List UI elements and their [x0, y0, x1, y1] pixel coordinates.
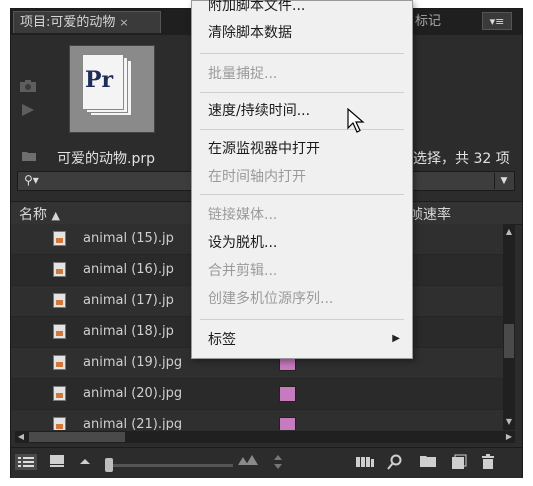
mouse-cursor-icon: [347, 108, 365, 133]
scroll-right-icon[interactable]: ▶: [503, 431, 515, 443]
folder-icon: [21, 150, 37, 166]
file-name: animal (21).jpg: [83, 417, 183, 430]
zoom-slider-thumb[interactable]: [105, 458, 113, 472]
scroll-down-icon[interactable]: ▼: [503, 416, 515, 428]
menu-separator: [200, 92, 404, 93]
new-bin-icon[interactable]: [419, 454, 437, 472]
zoom-slider[interactable]: [107, 464, 233, 467]
tab-close-icon[interactable]: ×: [119, 16, 128, 29]
file-name: animal (18).jp: [83, 324, 174, 339]
menu-separator: [200, 319, 404, 320]
image-file-icon: [53, 417, 66, 430]
zoom-in-icon[interactable]: [237, 454, 259, 470]
column-header-name[interactable]: 名称 ▲: [19, 204, 60, 224]
project-name: 可爱的动物.prp: [57, 151, 155, 167]
table-row[interactable]: animal (21).jpg: [11, 410, 503, 430]
project-thumbnail: Pr: [69, 45, 155, 133]
panel-menu-button[interactable]: ▾≡: [482, 12, 512, 30]
image-file-icon: [53, 386, 66, 401]
search-dropdown-icon[interactable]: ▼: [494, 173, 513, 189]
automate-to-sequence-icon[interactable]: [355, 454, 375, 472]
menu-separator: [200, 194, 404, 195]
menu-item[interactable]: 设为脱机...: [208, 232, 277, 252]
label-color-swatch[interactable]: [279, 386, 296, 402]
image-file-icon: [53, 293, 66, 308]
menu-item[interactable]: 清除脚本数据: [208, 22, 292, 42]
column-header-frame-rate[interactable]: 帧速率: [409, 204, 451, 224]
image-file-icon: [53, 231, 66, 246]
file-name: animal (17).jp: [83, 293, 174, 308]
image-file-icon: [53, 355, 66, 370]
image-file-icon: [53, 262, 66, 277]
tab-project[interactable]: 项目:可爱的动物 ×: [13, 11, 161, 33]
tab-project-label: 项目:可爱的动物: [20, 15, 116, 30]
bottom-toolbar: [11, 447, 522, 478]
file-name: animal (15).jp: [83, 231, 174, 246]
camera-icon[interactable]: [19, 79, 37, 93]
menu-item[interactable]: 在源监视器中打开: [208, 138, 320, 158]
menu-item[interactable]: 附加脚本文件...: [208, 0, 305, 15]
menu-item[interactable]: 速度/持续时间...: [208, 100, 310, 120]
scroll-up-icon[interactable]: ▲: [503, 226, 515, 238]
menu-separator: [200, 53, 404, 54]
submenu-arrow-icon: ▶: [392, 333, 400, 344]
menu-item[interactable]: 标签: [208, 329, 236, 349]
trash-icon[interactable]: [481, 454, 495, 474]
menu-item[interactable]: 合并剪辑...: [208, 260, 277, 280]
play-icon[interactable]: [19, 103, 37, 117]
label-color-swatch[interactable]: [279, 417, 296, 430]
menu-separator: [200, 129, 404, 130]
menu-item[interactable]: 在时间轴内打开: [208, 166, 306, 186]
zoom-out-icon[interactable]: [79, 457, 91, 468]
file-name: animal (20).jpg: [83, 386, 183, 401]
horizontal-scrollbar[interactable]: ◀ ▶: [15, 431, 515, 443]
pr-logo: Pr: [85, 67, 114, 93]
menu-item[interactable]: 链接媒体...: [208, 204, 277, 224]
selection-count: 选择，共 32 项: [413, 151, 510, 167]
image-file-icon: [53, 324, 66, 339]
icon-view-icon[interactable]: [49, 454, 65, 472]
horizontal-scroll-thumb[interactable]: [29, 432, 125, 442]
scroll-left-icon[interactable]: ◀: [15, 431, 27, 443]
new-item-icon[interactable]: [451, 454, 467, 474]
file-name: animal (19).jpg: [83, 355, 183, 370]
menu-item[interactable]: 创建多机位源序列...: [208, 288, 333, 308]
vertical-scrollbar[interactable]: ▲ ▼: [503, 224, 515, 430]
find-icon[interactable]: [387, 454, 403, 474]
premiere-file-icon: Pr: [82, 54, 132, 116]
column-name-label: 名称: [19, 207, 47, 223]
sort-ascending-icon: ▲: [51, 209, 60, 222]
sort-icon[interactable]: [273, 454, 283, 474]
file-name: animal (16).jp: [83, 262, 174, 277]
tab-marker[interactable]: 标记: [409, 11, 447, 33]
list-view-icon[interactable]: [15, 454, 37, 474]
preview-side-icons: [19, 79, 43, 127]
search-icon[interactable]: ⚲▾: [24, 173, 39, 187]
table-row[interactable]: animal (20).jpg: [11, 379, 503, 410]
menu-item[interactable]: 批量捕捉...: [208, 63, 277, 83]
vertical-scroll-thumb[interactable]: [504, 324, 514, 358]
context-menu: 附加脚本文件... 清除脚本数据 批量捕捉... 速度/持续时间... 在源监视器中打开…: [191, 0, 413, 359]
